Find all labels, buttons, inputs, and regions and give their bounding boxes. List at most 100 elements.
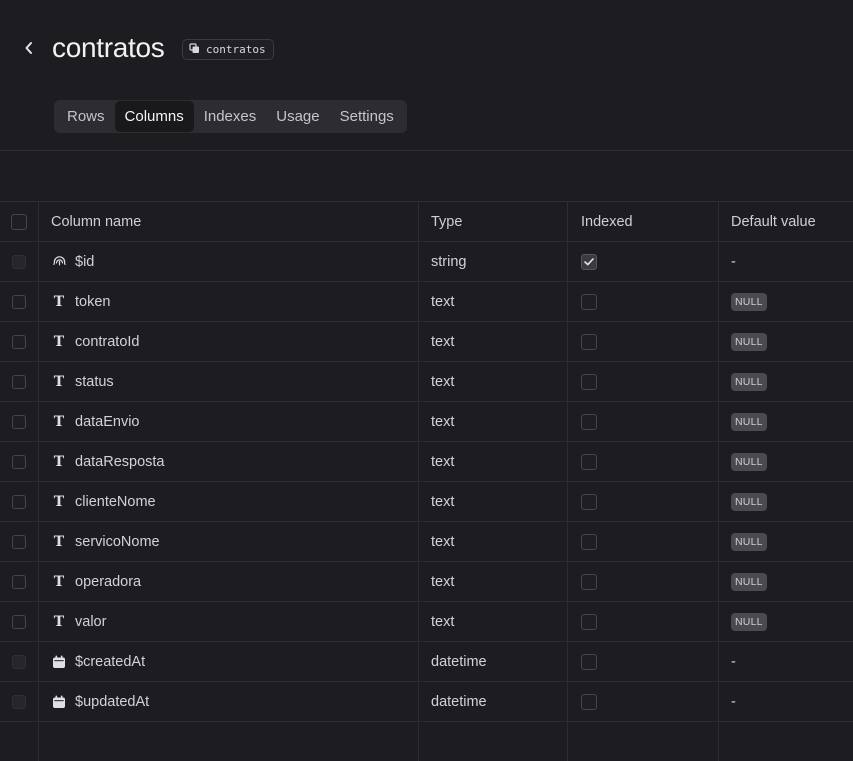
indexed-checkbox[interactable]: [581, 413, 597, 430]
column-name: dataEnvio: [75, 413, 140, 430]
row-checkbox[interactable]: [12, 294, 26, 309]
tab-bar: Rows Columns Indexes Usage Settings: [54, 100, 407, 133]
indexed-checkbox[interactable]: [581, 573, 597, 590]
column-name-cell: Toperadora: [51, 562, 141, 601]
column-name: $createdAt: [75, 653, 146, 670]
indexed-checkbox[interactable]: [581, 333, 597, 350]
table-row[interactable]: TservicoNome text NULL: [0, 522, 853, 562]
indexed-checkbox[interactable]: [581, 453, 597, 470]
text-icon: T: [53, 533, 65, 550]
null-badge: NULL: [731, 412, 767, 431]
back-button[interactable]: [20, 38, 38, 62]
table-row[interactable]: Ttoken text NULL: [0, 282, 853, 322]
tab-usage[interactable]: Usage: [266, 101, 329, 132]
column-type: string: [431, 253, 467, 270]
column-type: text: [431, 453, 455, 470]
table-row[interactable]: Tstatus text NULL: [0, 362, 853, 402]
table-row[interactable]: TcontratoId text NULL: [0, 322, 853, 362]
column-name: dataResposta: [75, 453, 165, 470]
text-icon: T: [53, 373, 65, 390]
indexed-checkbox[interactable]: [581, 493, 597, 510]
row-checkbox[interactable]: [12, 534, 26, 549]
calendar-icon: [51, 694, 67, 710]
column-name-cell: $createdAt: [51, 642, 145, 681]
text-icon: T: [53, 333, 65, 350]
text-icon: T: [53, 613, 65, 630]
default-value: -: [731, 653, 736, 670]
column-type: datetime: [431, 653, 487, 670]
column-name: token: [75, 293, 111, 310]
indexed-checkbox[interactable]: [581, 373, 597, 390]
select-all-checkbox[interactable]: [11, 213, 27, 230]
id-badge-label: contratos: [206, 43, 266, 56]
column-name-cell: TcontratoId: [51, 322, 140, 361]
indexed-checkbox[interactable]: [581, 693, 597, 710]
column-type: text: [431, 613, 455, 630]
default-value: -: [731, 253, 736, 270]
column-name: contratoId: [75, 333, 140, 350]
row-checkbox[interactable]: [12, 374, 26, 389]
indexed-checkbox[interactable]: [581, 653, 597, 670]
column-type: text: [431, 413, 455, 430]
table-row[interactable]: TclienteNome text NULL: [0, 482, 853, 522]
row-checkbox[interactable]: [12, 574, 26, 589]
column-name: $updatedAt: [75, 693, 150, 710]
row-checkbox: [12, 654, 26, 669]
column-type: text: [431, 573, 455, 590]
column-name-cell: TclienteNome: [51, 482, 156, 521]
table-row[interactable]: TdataResposta text NULL: [0, 442, 853, 482]
column-type: text: [431, 533, 455, 550]
table-row[interactable]: Tvalor text NULL: [0, 602, 853, 642]
table-row[interactable]: TdataEnvio text NULL: [0, 402, 853, 442]
column-type: text: [431, 333, 455, 350]
page-header: contratos contratos Rows Columns Indexes…: [0, 0, 853, 150]
tab-columns[interactable]: Columns: [114, 101, 194, 132]
page-title: contratos: [52, 32, 165, 63]
header-indexed[interactable]: Indexed: [581, 202, 633, 241]
column-name-cell: TdataEnvio: [51, 402, 140, 441]
row-checkbox: [12, 694, 26, 709]
header-type[interactable]: Type: [431, 202, 462, 241]
indexed-checkbox[interactable]: [581, 293, 597, 310]
tab-settings[interactable]: Settings: [330, 101, 404, 132]
indexed-checkbox[interactable]: [581, 253, 597, 270]
copy-icon: [189, 42, 200, 57]
header-column-name[interactable]: Column name: [51, 202, 141, 241]
column-name: status: [75, 373, 114, 390]
tab-rows[interactable]: Rows: [57, 101, 115, 132]
default-value: -: [731, 693, 736, 710]
table-row[interactable]: Toperadora text NULL: [0, 562, 853, 602]
column-name: $id: [75, 253, 95, 270]
header-default-value[interactable]: Default value: [731, 202, 816, 241]
column-name: valor: [75, 613, 107, 630]
row-checkbox[interactable]: [12, 414, 26, 429]
null-badge: NULL: [731, 492, 767, 511]
text-icon: T: [53, 453, 65, 470]
null-badge: NULL: [731, 332, 767, 351]
row-checkbox[interactable]: [12, 454, 26, 469]
null-badge: NULL: [731, 372, 767, 391]
row-checkbox[interactable]: [12, 334, 26, 349]
indexed-checkbox[interactable]: [581, 533, 597, 550]
table-row[interactable]: $createdAt datetime -: [0, 642, 853, 682]
row-checkbox[interactable]: [12, 494, 26, 509]
copy-id-badge[interactable]: contratos: [182, 39, 274, 60]
null-badge: NULL: [731, 612, 767, 631]
fingerprint-icon: [51, 254, 67, 270]
column-type: text: [431, 493, 455, 510]
null-badge: NULL: [731, 452, 767, 471]
text-icon: T: [53, 493, 65, 510]
column-name-cell: TdataResposta: [51, 442, 165, 481]
column-name-cell: Ttoken: [51, 282, 111, 321]
column-name-cell: TservicoNome: [51, 522, 160, 561]
null-badge: NULL: [731, 572, 767, 591]
null-badge: NULL: [731, 292, 767, 311]
chevron-left-icon: [24, 41, 34, 60]
table-row[interactable]: $updatedAt datetime -: [0, 682, 853, 722]
calendar-icon: [51, 654, 67, 670]
table-row[interactable]: $id string -: [0, 242, 853, 282]
row-checkbox[interactable]: [12, 614, 26, 629]
tab-indexes[interactable]: Indexes: [194, 101, 267, 132]
header-divider: [0, 150, 853, 151]
indexed-checkbox[interactable]: [581, 613, 597, 630]
